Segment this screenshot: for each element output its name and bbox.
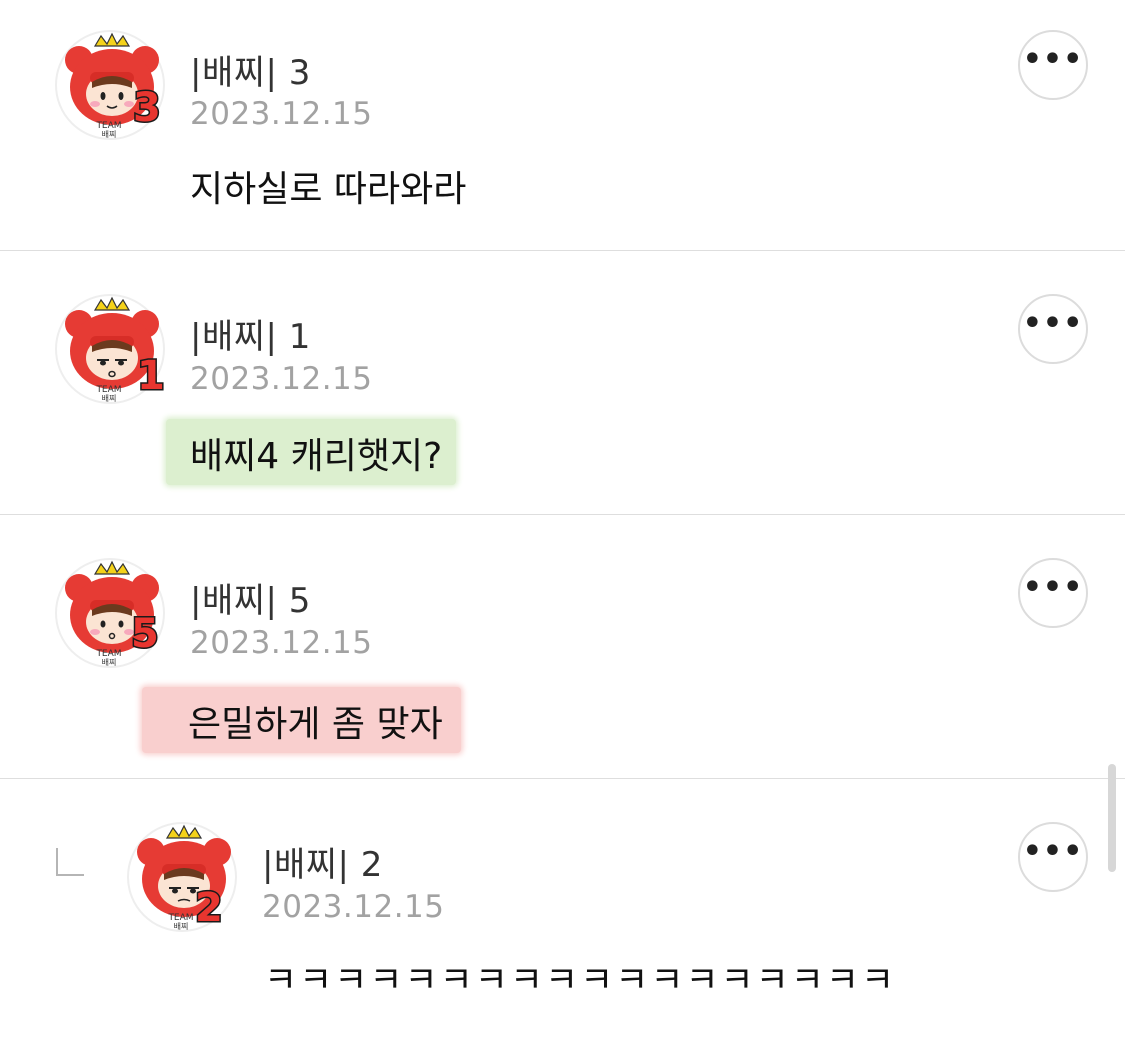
more-options-button[interactable]: •••: [1018, 30, 1088, 100]
comment-text: 지하실로 따라와라: [190, 169, 467, 210]
avatar[interactable]: TEAM 배찌 5: [55, 558, 165, 668]
author-name[interactable]: |배찌| 2: [262, 837, 383, 886]
comment-text: ㅋㅋㅋㅋㅋㅋㅋㅋㅋㅋㅋㅋㅋㅋㅋㅋㅋㅋ: [264, 960, 897, 1001]
avatar-number-badge: 2: [194, 885, 225, 931]
more-options-button[interactable]: •••: [1018, 294, 1088, 364]
reply-comment-item: TEAM 배찌 2 |배찌| 2 2023.12.15 ㅋㅋㅋㅋㅋㅋㅋㅋㅋㅋㅋㅋ…: [0, 779, 1125, 1046]
avatar-number-badge: 1: [136, 353, 167, 399]
comment-item: TEAM 배찌 5 |배찌| 5 2023.12.15 은밀하게 좀 맞자 ••…: [0, 515, 1125, 778]
comment-date: 2023.12.15: [190, 361, 373, 397]
comment-item: TEAM 배찌 3 |배찌| 3 2023.12.15 지하실로 따라와라 ••…: [0, 0, 1125, 250]
avatar[interactable]: TEAM 배찌 3: [55, 30, 165, 140]
comment-text: 은밀하게 좀 맞자: [142, 687, 461, 753]
more-options-button[interactable]: •••: [1018, 558, 1088, 628]
avatar-number-badge: 5: [130, 611, 161, 657]
more-horizontal-icon: •••: [1022, 834, 1084, 869]
svg-text:배찌: 배찌: [102, 394, 117, 403]
more-options-button[interactable]: •••: [1018, 822, 1088, 892]
more-horizontal-icon: •••: [1022, 42, 1084, 77]
svg-text:배찌: 배찌: [174, 922, 189, 931]
svg-text:배찌: 배찌: [102, 658, 117, 667]
more-horizontal-icon: •••: [1022, 306, 1084, 341]
avatar[interactable]: TEAM 배찌 1: [55, 294, 167, 404]
comment-item: TEAM 배찌 1 |배찌| 1 2023.12.15 배찌4 캐리햇지? ••…: [0, 251, 1125, 514]
more-horizontal-icon: •••: [1022, 570, 1084, 605]
author-name[interactable]: |배찌| 1: [190, 309, 311, 358]
svg-text:배찌: 배찌: [102, 130, 117, 139]
comment-date: 2023.12.15: [190, 96, 373, 132]
comment-text: 배찌4 캐리햇지?: [166, 419, 457, 485]
author-name[interactable]: |배찌| 5: [190, 573, 311, 622]
comment-date: 2023.12.15: [262, 889, 445, 925]
avatar-number-badge: 3: [132, 85, 163, 131]
comment-date: 2023.12.15: [190, 625, 373, 661]
author-name[interactable]: |배찌| 3: [190, 45, 311, 94]
scrollbar[interactable]: [1108, 764, 1116, 872]
reply-corner-icon: [56, 848, 84, 876]
avatar[interactable]: TEAM 배찌 2: [127, 822, 237, 932]
